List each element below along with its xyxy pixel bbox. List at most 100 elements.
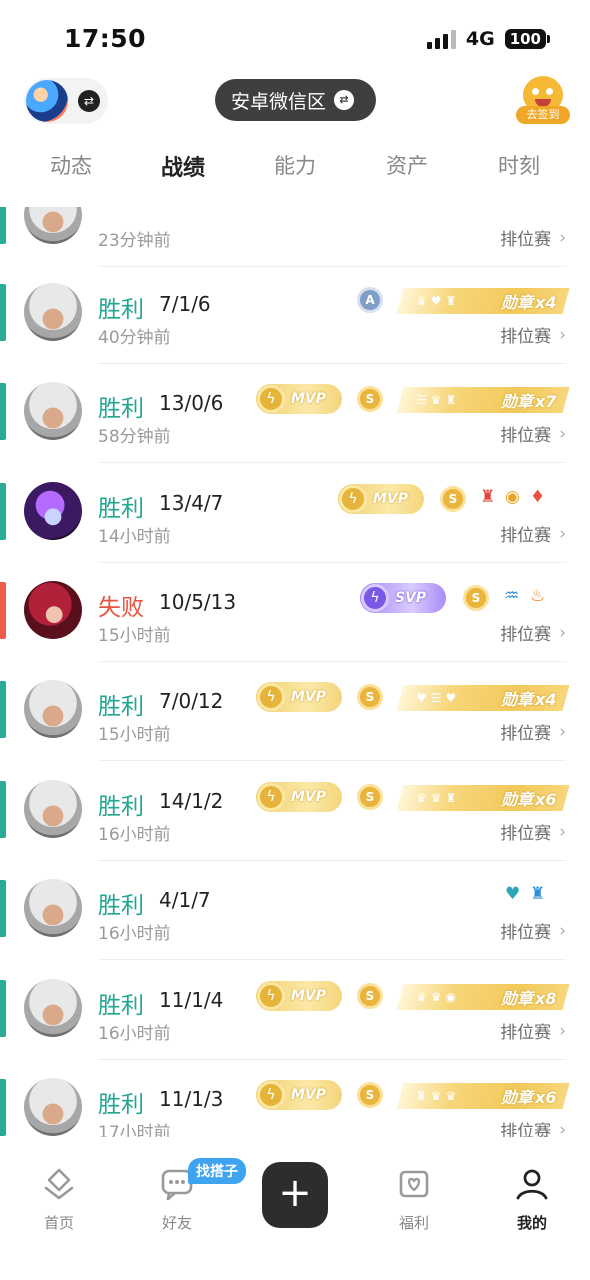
- medal-badge: ♜♛♛ 勋章 x6: [396, 1083, 570, 1109]
- match-mode: 排位赛 ›: [500, 521, 566, 547]
- match-result: 失败: [98, 595, 144, 621]
- tab-assets[interactable]: 资产: [362, 150, 452, 180]
- match-kda: 10/5/13: [159, 590, 237, 614]
- medal-deco-icon: ♛♥♜: [416, 294, 461, 308]
- result-indicator: [0, 483, 6, 540]
- nav-home[interactable]: 首页: [19, 1166, 99, 1233]
- lightning-icon: ϟ: [257, 982, 285, 1010]
- badge-label: MVP: [291, 988, 327, 1004]
- match-kda: 4/1/7: [159, 888, 211, 912]
- match-mode: 排位赛 ›: [500, 719, 566, 745]
- tower-icon: ♜: [480, 487, 496, 507]
- match-row[interactable]: 胜利 13/4/7 ϟ MVP S ♜ ◉ ♦ 14小时前 排位赛 ›: [0, 463, 590, 563]
- status-indicators: 4G 100: [426, 28, 550, 50]
- medal-label: 勋章: [500, 1088, 533, 1107]
- create-post-button[interactable]: +: [262, 1162, 328, 1228]
- match-kda: 14/1/2: [159, 789, 224, 813]
- nav-mine[interactable]: 我的: [492, 1166, 572, 1233]
- tab-ability[interactable]: 能力: [250, 150, 340, 180]
- checkin-label: 去签到: [516, 106, 570, 124]
- lightning-icon: ϟ: [361, 584, 389, 612]
- chevron-right-icon: ›: [559, 227, 566, 248]
- checkin-button[interactable]: 去签到: [516, 76, 570, 126]
- s-coin-icon: S: [440, 486, 466, 512]
- match-time: 16小时前: [98, 924, 171, 944]
- tab-records[interactable]: 战绩: [138, 150, 228, 182]
- mode-label: 排位赛: [500, 327, 552, 347]
- result-indicator: [0, 207, 6, 244]
- avatar: [26, 80, 68, 122]
- server-selector[interactable]: 安卓微信区 ⇄: [215, 79, 376, 121]
- chevron-right-icon: ›: [559, 423, 566, 444]
- match-row[interactable]: 胜利 7/1/6 A ♛♥♜ 勋章 x4 40分钟前 排位赛 ›: [0, 264, 590, 364]
- medal-label: 勋章: [500, 293, 533, 312]
- match-mode: 排位赛 ›: [500, 1018, 566, 1044]
- nav-welfare[interactable]: 福利: [374, 1166, 454, 1233]
- hero-avatar: [24, 780, 82, 838]
- server-label: 安卓微信区: [231, 90, 327, 113]
- match-row[interactable]: 胜利 14/1/2 ϟ MVP S ♛♛♜ 勋章 x6 16小时前 排位赛 ›: [0, 761, 590, 861]
- mvp-badge: ϟ MVP: [256, 682, 342, 712]
- blood-icon: ♦: [530, 487, 546, 507]
- medal-deco-icon: ☰♛♜: [416, 393, 461, 407]
- chevron-right-icon: ›: [559, 324, 566, 345]
- match-time: 16小时前: [98, 825, 171, 845]
- match-row[interactable]: 胜利 4/1/7 ♥ ♜ 16小时前 排位赛 ›: [0, 860, 590, 960]
- match-result: 胜利: [98, 1092, 144, 1118]
- mode-label: 排位赛: [500, 526, 552, 546]
- find-partner-tag[interactable]: 找搭子: [188, 1158, 246, 1184]
- result-indicator: [0, 681, 6, 738]
- match-list: 23分钟前 排位赛 › 胜利 7/1/6 A ♛♥♜ 勋章 x4 40分钟前 排位赛…: [0, 207, 590, 1137]
- mvp-badge: ϟ MVP: [256, 384, 342, 414]
- match-row[interactable]: 失败 10/5/13 ϟ SVP S ♒ ♨ 15小时前 排位赛 ›: [0, 562, 590, 662]
- s-coin-icon: S: [357, 386, 383, 412]
- heart-plus-icon: ♥: [505, 884, 521, 904]
- lightning-icon: ϟ: [257, 1081, 285, 1109]
- match-row[interactable]: 胜利 7/0/12 ϟ MVP S ♥☰♥ 勋章 x4 15小时前 排位赛 ›: [0, 661, 590, 761]
- match-row[interactable]: 胜利 11/1/4 ϟ MVP S ♛♛◉ 勋章 x8 16小时前 排位赛 ›: [0, 960, 590, 1060]
- medal-deco-icon: ♛♛♜: [416, 791, 461, 805]
- medal-count: x8: [534, 989, 556, 1008]
- match-row[interactable]: 23分钟前 排位赛 ›: [0, 207, 590, 267]
- gold-icon: ◉: [505, 487, 520, 507]
- match-result: 胜利: [98, 396, 144, 422]
- match-kda: 7/0/12: [159, 689, 224, 713]
- match-kda: 7/1/6: [159, 292, 211, 316]
- match-row[interactable]: 胜利 13/0/6 ϟ MVP S ☰♛♜ 勋章 x7 58分钟前 排位赛 ›: [0, 363, 590, 463]
- lightning-icon: ϟ: [257, 385, 285, 413]
- s-coin-icon: S: [463, 585, 489, 611]
- account-switcher[interactable]: ⇄: [24, 78, 108, 124]
- match-row[interactable]: 胜利 11/1/3 ϟ MVP S ♜♛♛ 勋章 x6 17小时前 排位赛 ›: [0, 1059, 590, 1137]
- swap-icon: ⇄: [78, 90, 100, 112]
- hero-avatar: [24, 581, 82, 639]
- match-kda: 11/1/4: [159, 988, 224, 1012]
- tab-dynamics[interactable]: 动态: [26, 150, 116, 180]
- user-icon: [514, 1166, 550, 1202]
- result-indicator: [0, 582, 6, 639]
- match-mode: 排位赛 ›: [500, 1117, 566, 1138]
- svp-badge: ϟ SVP: [360, 583, 446, 613]
- medal-count: x4: [534, 293, 556, 312]
- s-coin-icon: S: [357, 1082, 383, 1108]
- hero-avatar: [24, 482, 82, 540]
- chevron-right-icon: ›: [559, 1020, 566, 1041]
- chevron-right-icon: ›: [559, 622, 566, 643]
- result-indicator: [0, 1079, 6, 1136]
- s-coin-icon: S: [357, 784, 383, 810]
- mvp-badge: ϟ MVP: [338, 484, 424, 514]
- tab-moments[interactable]: 时刻: [474, 150, 564, 180]
- medal-label: 勋章: [500, 690, 533, 709]
- result-indicator: [0, 383, 6, 440]
- plus-icon: +: [278, 1170, 312, 1216]
- fire-icon: ♨: [530, 586, 546, 606]
- match-mode: 排位赛 ›: [500, 620, 566, 646]
- network-type: 4G: [465, 28, 495, 50]
- medal-count: x7: [534, 392, 556, 411]
- mode-label: 排位赛: [500, 1122, 552, 1137]
- match-mode: 排位赛 ›: [500, 819, 566, 845]
- chevron-right-icon: ›: [559, 1119, 566, 1138]
- mode-label: 排位赛: [500, 824, 552, 844]
- match-time: 23分钟前: [98, 231, 171, 251]
- match-result: 胜利: [98, 993, 144, 1019]
- match-result: 胜利: [98, 893, 144, 919]
